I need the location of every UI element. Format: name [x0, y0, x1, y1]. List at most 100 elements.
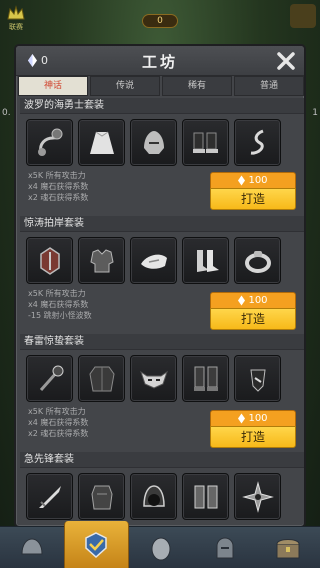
- item-slot[interactable]: [78, 119, 125, 166]
- set-items: [20, 350, 304, 402]
- set-title: 惊涛拍岸套装: [24, 218, 84, 229]
- gem-icon: [238, 295, 246, 306]
- crown-label: 联赛: [9, 23, 23, 31]
- equipment-set: 春雷惊蛰套装 x5K 所有攻击力 x4 魔石获得系数 x2 魂石获得系数 100…: [20, 334, 304, 452]
- gem-icon: [238, 413, 246, 424]
- bottom-nav: [0, 521, 320, 568]
- panel-title: 工坊: [141, 53, 178, 71]
- equipment-set: 惊涛拍岸套装 x5K 所有攻击力 x4 魔石获得系数 -15 跳射小怪波数 10…: [20, 216, 304, 334]
- set-title: 春雷惊蛰套装: [24, 336, 84, 347]
- forge-label: 打造: [210, 426, 296, 448]
- item-slot[interactable]: [78, 237, 125, 284]
- item-slot[interactable]: [26, 237, 73, 284]
- tab-legendary[interactable]: 传说: [90, 76, 160, 96]
- nav-egg[interactable]: [129, 527, 193, 568]
- forge-cost-value: 100: [248, 175, 268, 186]
- set-body: x5K 所有攻击力 x4 魔石获得系数 x2 魂石获得系数 100 打造: [20, 114, 304, 216]
- cape-icon: [89, 131, 114, 154]
- item-slot[interactable]: [26, 119, 73, 166]
- item-slot[interactable]: [78, 355, 125, 402]
- close-icon: [277, 52, 295, 70]
- egg-icon: [151, 537, 171, 560]
- close-button[interactable]: [276, 51, 296, 71]
- boots-icon: [196, 249, 219, 272]
- set-title-bar: 惊涛拍岸套装: [20, 216, 304, 232]
- item-slot[interactable]: [130, 473, 177, 520]
- background-right-text: 1: [312, 108, 318, 118]
- nav-equipment[interactable]: [0, 527, 64, 568]
- forge-label: 打造: [210, 188, 296, 210]
- forge-cost: 100: [210, 172, 296, 188]
- set-title-bar: 波罗的海勇士套装: [20, 98, 304, 114]
- shield-icon: [39, 246, 60, 275]
- forge-button[interactable]: 100 打造: [210, 410, 296, 448]
- nav-hero[interactable]: [193, 527, 257, 568]
- panel-header: 0 工坊: [16, 46, 304, 76]
- set-items: [20, 232, 304, 284]
- set-body: x5K 所有攻击力 x4 魔石获得系数 -15 跳射小怪波数 100 打造: [20, 232, 304, 334]
- shield-icon: [85, 531, 108, 558]
- gem-icon: [238, 175, 246, 186]
- shuriken-icon: [241, 480, 274, 513]
- set-title-bar: 春雷惊蛰套装: [20, 334, 304, 350]
- crown-icon[interactable]: [6, 4, 26, 24]
- hat-icon: [140, 254, 167, 269]
- item-slot[interactable]: [78, 473, 125, 520]
- forge-cost: 100: [210, 410, 296, 426]
- helmet-icon: [143, 130, 164, 154]
- forge-button[interactable]: 100 打造: [210, 292, 296, 330]
- equipment-set-list: 波罗的海勇士套装 x5K 所有攻击力 x4 魔石获得系数 x2 魂石获得系数 1…: [20, 98, 304, 524]
- dagger-icon: [38, 485, 61, 508]
- amulet-icon: [249, 369, 266, 392]
- tab-rare[interactable]: 稀有: [162, 76, 232, 96]
- chest-icon: [276, 538, 300, 558]
- forge-cost: 100: [210, 292, 296, 308]
- item-slot[interactable]: [130, 119, 177, 166]
- item-slot[interactable]: [234, 119, 281, 166]
- item-slot[interactable]: [182, 473, 229, 520]
- forge-cost-value: 100: [248, 295, 268, 306]
- hero-icon: [216, 536, 234, 558]
- mask-icon: [139, 370, 168, 389]
- chain-flail-icon: [37, 128, 62, 156]
- tab-mythic[interactable]: 神话: [18, 76, 88, 96]
- equipment-set: 急先锋套装: [20, 452, 304, 524]
- background-top-bar: 联赛 0: [0, 0, 320, 36]
- item-slot[interactable]: [182, 237, 229, 284]
- item-slot[interactable]: [182, 119, 229, 166]
- armor-icon: [89, 248, 114, 272]
- item-slot[interactable]: [130, 355, 177, 402]
- vest-icon: [90, 485, 113, 509]
- set-title: 波罗的海勇士套装: [24, 100, 104, 111]
- coin-counter: 0: [142, 14, 178, 28]
- greaves-icon: [194, 485, 217, 508]
- set-items: [20, 114, 304, 166]
- tab-common[interactable]: 普通: [234, 76, 304, 96]
- hood-icon: [142, 484, 165, 507]
- item-slot[interactable]: [234, 473, 281, 520]
- item-slot[interactable]: [26, 473, 73, 520]
- item-slot[interactable]: [182, 355, 229, 402]
- set-body: [20, 468, 304, 524]
- item-slot[interactable]: [26, 355, 73, 402]
- rarity-tabs: 神话 传说 稀有 普通: [18, 76, 304, 96]
- boots-icon: [193, 366, 218, 391]
- forge-label: 打造: [210, 308, 296, 330]
- equipment-set: 波罗的海勇士套装 x5K 所有攻击力 x4 魔石获得系数 x2 魂石获得系数 1…: [20, 98, 304, 216]
- staff-icon: [39, 365, 63, 391]
- set-title: 急先锋套装: [24, 454, 74, 465]
- forge-button[interactable]: 100 打造: [210, 172, 296, 210]
- item-slot[interactable]: [130, 237, 177, 284]
- forge-cost-value: 100: [248, 413, 268, 424]
- set-body: x5K 所有攻击力 x4 魔石获得系数 x2 魂石获得系数 100 打造: [20, 350, 304, 452]
- nav-workshop[interactable]: [63, 521, 130, 568]
- item-slot[interactable]: [234, 237, 281, 284]
- helmet-icon: [21, 537, 43, 554]
- workshop-panel: 0 工坊 神话 传说 稀有 普通 波罗的海勇士套装 x5K 所有攻击力 x4 魔…: [14, 44, 306, 528]
- set-items: [20, 468, 304, 520]
- boots-icon: [192, 132, 218, 153]
- item-slot[interactable]: [234, 355, 281, 402]
- nav-chest[interactable]: [256, 527, 320, 568]
- background-menu-button[interactable]: [290, 4, 316, 28]
- amulet-icon: [250, 129, 264, 155]
